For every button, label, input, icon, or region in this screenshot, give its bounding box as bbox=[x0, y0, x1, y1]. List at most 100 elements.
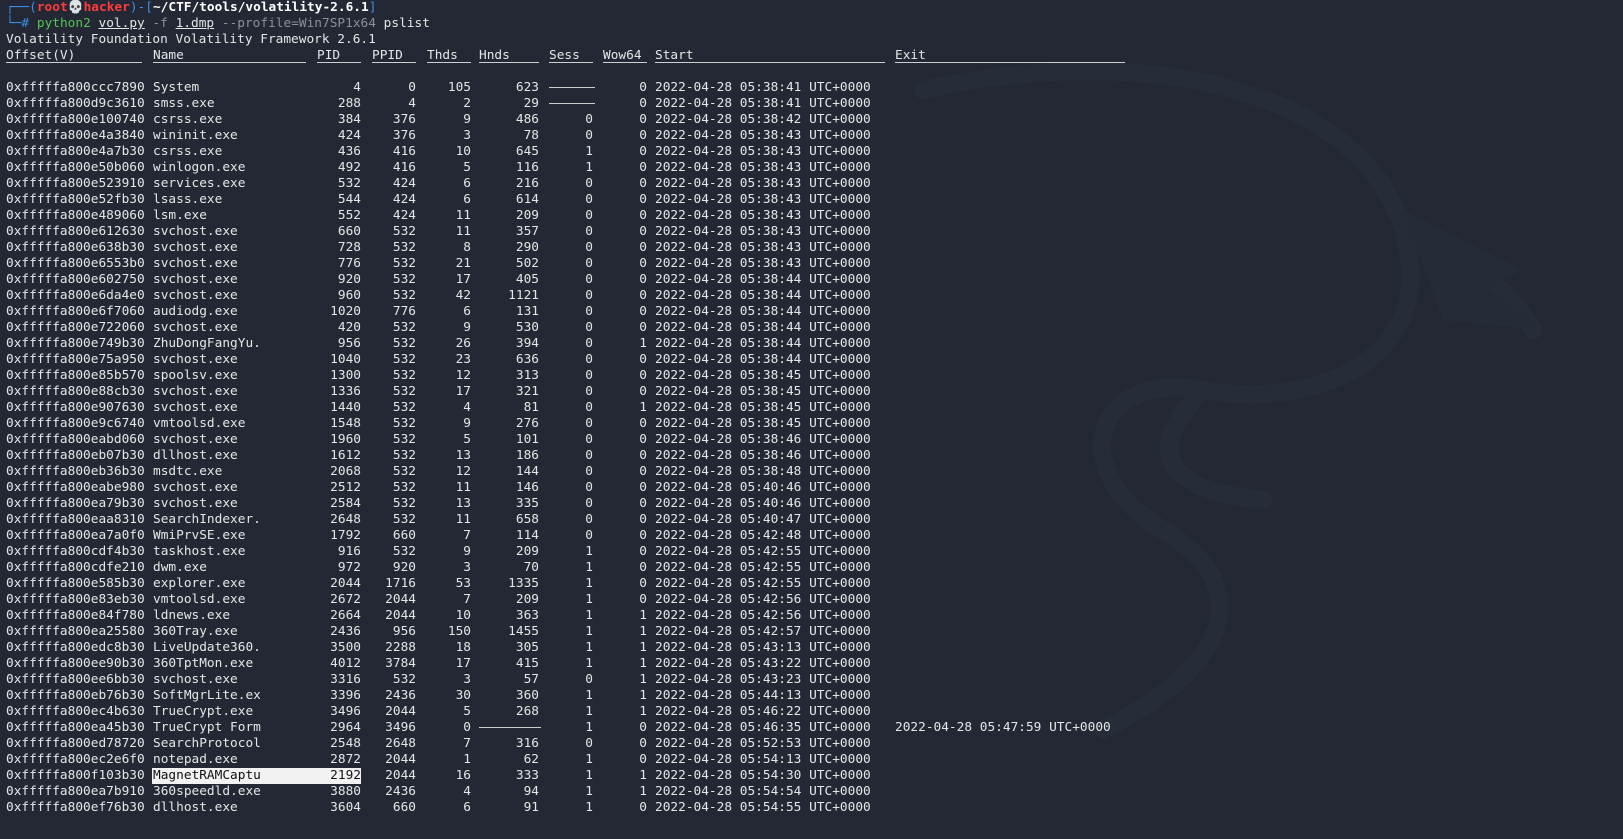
cell-ppid: 2436 bbox=[385, 688, 416, 703]
table-row: 0xfffffa800ea25580 360Tray.exe 2436 956 150 1… bbox=[6, 624, 1623, 640]
cell-thds: 6 bbox=[463, 800, 471, 815]
cell-pid: 2872 bbox=[330, 752, 361, 767]
cell-sess: 0 bbox=[585, 176, 593, 191]
cell-offset: 0xfffffa800ed78720 bbox=[6, 736, 145, 751]
cell-start: 2022-04-28 05:38:48 UTC+0000 bbox=[655, 464, 871, 479]
table-row: 0xfffffa800e749b30 ZhuDongFangYu. 956 532 26… bbox=[6, 336, 1623, 352]
cell-start: 2022-04-28 05:38:41 UTC+0000 bbox=[655, 80, 871, 95]
cell-ppid: 532 bbox=[392, 224, 416, 239]
cmd-profile: --profile=Win7SP1x64 bbox=[221, 16, 376, 31]
cell-thds: 7 bbox=[463, 736, 471, 751]
table-row: 0xfffffa800e6da4e0 svchost.exe 960 532 42 112… bbox=[6, 288, 1623, 304]
header-underline bbox=[6, 62, 142, 63]
header-underline bbox=[655, 62, 885, 63]
prompt-cwd: ~/CTF/tools/volatility-2.6.1 bbox=[152, 0, 369, 15]
cell-start: 2022-04-28 05:38:43 UTC+0000 bbox=[655, 128, 871, 143]
cell-pid: 972 bbox=[337, 560, 361, 575]
cell-thds: 10 bbox=[455, 608, 471, 623]
cell-start: 2022-04-28 05:43:22 UTC+0000 bbox=[655, 656, 871, 671]
cell-hnds: 658 bbox=[515, 512, 539, 527]
cell-pid: 3880 bbox=[330, 784, 361, 799]
cell-hnds: 321 bbox=[515, 384, 539, 399]
cell-hnds: 29 bbox=[523, 96, 539, 111]
cell-ppid: 532 bbox=[392, 496, 416, 511]
cell-hnds: 502 bbox=[515, 256, 539, 271]
cell-offset: 0xfffffa800e100740 bbox=[6, 112, 145, 127]
cell-sess: 1 bbox=[585, 560, 593, 575]
cell-offset: 0xfffffa800e83eb30 bbox=[6, 592, 145, 607]
cell-thds: 4 bbox=[463, 784, 471, 799]
cell-thds: 21 bbox=[455, 256, 471, 271]
cell-wow64: 0 bbox=[639, 272, 647, 287]
cell-wow64: 0 bbox=[639, 496, 647, 511]
cell-wow64: 0 bbox=[639, 96, 647, 111]
cell-sess: 0 bbox=[585, 320, 593, 335]
cell-name: svchost.exe bbox=[153, 432, 238, 447]
cell-hnds: 209 bbox=[515, 544, 539, 559]
cell-pid: 728 bbox=[337, 240, 361, 255]
terminal-output: ┌──(root💀hacker)-[~/CTF/tools/volatility… bbox=[6, 0, 1623, 839]
cell-ppid: 532 bbox=[392, 480, 416, 495]
cell-wow64: 0 bbox=[639, 288, 647, 303]
cell-ppid: 532 bbox=[392, 240, 416, 255]
cell-sess: 0 bbox=[585, 512, 593, 527]
table-row: 0xfffffa800e489060 lsm.exe 552 424 11 209 0 0 20… bbox=[6, 208, 1623, 224]
cell-start: 2022-04-28 05:40:46 UTC+0000 bbox=[655, 480, 871, 495]
cell-offset: 0xfffffa800e749b30 bbox=[6, 336, 145, 351]
cell-sess: 0 bbox=[585, 128, 593, 143]
cell-pid: 552 bbox=[337, 208, 361, 223]
cell-ppid: 2288 bbox=[385, 640, 416, 655]
table-row: 0xfffffa800e52fb30 lsass.exe 544 424 6 614 0 0 2… bbox=[6, 192, 1623, 208]
table-row: 0xfffffa800e100740 csrss.exe 384 376 9 486 0 0 2… bbox=[6, 112, 1623, 128]
cell-hnds: 316 bbox=[515, 736, 539, 751]
cell-sess: 1 bbox=[585, 800, 593, 815]
cell-name: svchost.exe bbox=[153, 672, 238, 687]
cell-hnds: 114 bbox=[515, 528, 539, 543]
cell-start: 2022-04-28 05:46:22 UTC+0000 bbox=[655, 704, 871, 719]
cell-start: 2022-04-28 05:54:30 UTC+0000 bbox=[655, 768, 871, 783]
cell-thds: 12 bbox=[455, 464, 471, 479]
cell-pid: 2648 bbox=[330, 512, 361, 527]
cell-name: explorer.exe bbox=[153, 576, 246, 591]
cell-offset: 0xfffffa800eb76b30 bbox=[6, 688, 145, 703]
cell-sess: 1 bbox=[585, 608, 593, 623]
cell-wow64: 1 bbox=[639, 656, 647, 671]
cell-start: 2022-04-28 05:38:43 UTC+0000 bbox=[655, 176, 871, 191]
cell-offset: 0xfffffa800e907630 bbox=[6, 400, 145, 415]
cmd-flag-f: -f bbox=[152, 16, 168, 31]
cell-pid: 776 bbox=[337, 256, 361, 271]
cell-wow64: 0 bbox=[639, 320, 647, 335]
cell-thds: 105 bbox=[447, 80, 471, 95]
cell-thds: 150 bbox=[447, 624, 471, 639]
cell-thds: 18 bbox=[455, 640, 471, 655]
prompt-line-2[interactable]: └─# python2 vol.py -f 1.dmp --profile=Wi… bbox=[6, 16, 1623, 32]
cell-thds: 13 bbox=[455, 448, 471, 463]
cell-pid: 4012 bbox=[330, 656, 361, 671]
cell-name: svchost.exe bbox=[153, 256, 238, 271]
table-header: Offset(V) Name PID PPID Thds Hnds Sess Wow64 Sta… bbox=[6, 48, 1623, 64]
cell-hnds: 81 bbox=[523, 400, 539, 415]
header-underline bbox=[153, 62, 306, 63]
cell-thds: 11 bbox=[455, 512, 471, 527]
cell-wow64: 0 bbox=[639, 576, 647, 591]
cell-start: 2022-04-28 05:54:13 UTC+0000 bbox=[655, 752, 871, 767]
cell-wow64: 0 bbox=[639, 480, 647, 495]
cell-wow64: 0 bbox=[639, 448, 647, 463]
cell-start: 2022-04-28 05:43:23 UTC+0000 bbox=[655, 672, 871, 687]
cell-sess: 0 bbox=[585, 192, 593, 207]
cell-wow64: 1 bbox=[639, 608, 647, 623]
cell-hnds: 209 bbox=[515, 208, 539, 223]
table-row: 0xfffffa800d9c3610 smss.exe 288 4 2 29 0 2022-0… bbox=[6, 96, 1623, 112]
cell-sess: 1 bbox=[585, 160, 593, 175]
cell-hnds: 144 bbox=[515, 464, 539, 479]
cell-start: 2022-04-28 05:42:56 UTC+0000 bbox=[655, 608, 871, 623]
table-row: 0xfffffa800edc8b30 LiveUpdate360. 3500 2288… bbox=[6, 640, 1623, 656]
table-row: 0xfffffa800ccc7890 System 4 0 105 623 0 2022-04… bbox=[6, 80, 1623, 96]
cmd-plugin: pslist bbox=[383, 16, 430, 31]
cell-name: dllhost.exe bbox=[153, 800, 238, 815]
cell-hnds: 1335 bbox=[508, 576, 539, 591]
cell-ppid: 920 bbox=[392, 560, 416, 575]
cell-pid: 660 bbox=[337, 224, 361, 239]
cell-thds: 3 bbox=[463, 128, 471, 143]
